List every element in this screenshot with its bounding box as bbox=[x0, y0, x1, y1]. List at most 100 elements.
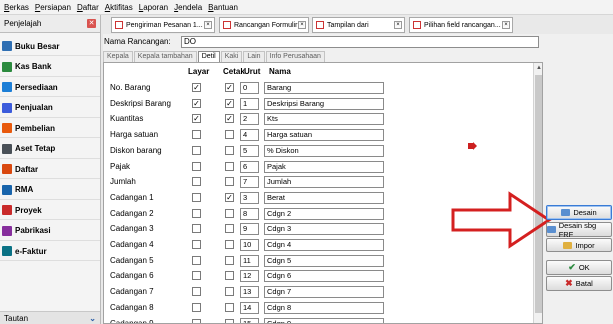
layar-checkbox[interactable]: ✓ bbox=[192, 114, 201, 124]
cetak-checkbox[interactable] bbox=[225, 177, 234, 187]
urut-input[interactable]: 6 bbox=[240, 160, 259, 173]
tab-info-perusahaan[interactable]: Info Perusahaan bbox=[265, 51, 325, 62]
layar-checkbox[interactable] bbox=[192, 192, 201, 202]
urut-input[interactable]: 3 bbox=[240, 191, 259, 204]
close-icon[interactable]: × bbox=[298, 21, 306, 29]
layar-checkbox[interactable] bbox=[192, 130, 201, 140]
urut-input[interactable]: 14 bbox=[240, 301, 259, 314]
design-name-input[interactable]: DO bbox=[181, 35, 539, 48]
cetak-checkbox[interactable] bbox=[225, 130, 234, 140]
tab-kaki[interactable]: Kaki bbox=[220, 51, 243, 62]
urut-input[interactable]: 9 bbox=[240, 223, 259, 236]
sidebar-item-persediaan[interactable]: Persediaan bbox=[0, 78, 100, 97]
nama-input[interactable]: Cdgn 3 bbox=[264, 223, 384, 236]
ok-button[interactable]: ✔ OK bbox=[546, 260, 612, 275]
impor-button[interactable]: Impor bbox=[546, 238, 612, 252]
urut-input[interactable]: 12 bbox=[240, 270, 259, 283]
doc-tab-tampilan[interactable]: Tampilan dari × bbox=[312, 17, 405, 33]
sidebar-item-penjualan[interactable]: Penjualan bbox=[0, 99, 100, 118]
menu-berkas[interactable]: Berkas bbox=[4, 3, 29, 12]
cetak-checkbox[interactable] bbox=[225, 161, 234, 171]
sidebar-item-pembelian[interactable]: Pembelian bbox=[0, 119, 100, 138]
layar-checkbox[interactable] bbox=[192, 302, 201, 312]
tab-lain[interactable]: Lain bbox=[243, 51, 265, 62]
urut-input[interactable]: 0 bbox=[240, 82, 259, 94]
tab-kepala-tambahan[interactable]: Kepala tambahan bbox=[133, 51, 197, 62]
layar-checkbox[interactable] bbox=[192, 224, 201, 234]
sidebar-item-buku-besar[interactable]: Buku Besar bbox=[0, 37, 100, 56]
close-icon[interactable]: × bbox=[502, 21, 510, 29]
layar-checkbox[interactable] bbox=[192, 287, 201, 297]
nama-input[interactable]: Cdgn 4 bbox=[264, 239, 384, 251]
batal-button[interactable]: ✖ Batal bbox=[546, 276, 612, 291]
cetak-checkbox[interactable] bbox=[225, 318, 234, 323]
cetak-checkbox[interactable] bbox=[225, 255, 234, 265]
menu-daftar[interactable]: Daftar bbox=[77, 3, 99, 12]
layar-checkbox[interactable] bbox=[192, 208, 201, 218]
nama-input[interactable]: Kts bbox=[264, 113, 384, 126]
urut-input[interactable]: 13 bbox=[240, 286, 259, 299]
sidebar-item-e-faktur[interactable]: e-Faktur bbox=[0, 242, 100, 261]
layar-checkbox[interactable] bbox=[192, 145, 201, 155]
sidebar-item-pabrikasi[interactable]: Pabrikasi bbox=[0, 222, 100, 241]
layar-checkbox[interactable]: ✓ bbox=[192, 83, 201, 92]
sidebar-item-rma[interactable]: RMA bbox=[0, 181, 100, 200]
nama-input[interactable]: Cdgn 7 bbox=[264, 286, 384, 299]
nama-input[interactable]: Cdgn 9 bbox=[264, 317, 384, 323]
cetak-checkbox[interactable] bbox=[225, 224, 234, 234]
layar-checkbox[interactable] bbox=[192, 318, 201, 323]
nama-input[interactable]: Barang bbox=[264, 82, 384, 94]
nama-input[interactable]: Cdgn 2 bbox=[264, 207, 384, 220]
layar-checkbox[interactable] bbox=[192, 177, 201, 187]
urut-input[interactable]: 2 bbox=[240, 113, 259, 126]
nama-input[interactable]: % Diskon bbox=[264, 144, 384, 157]
nama-input[interactable]: Cdgn 6 bbox=[264, 270, 384, 283]
nama-input[interactable]: Berat bbox=[264, 191, 384, 204]
tab-kepala[interactable]: Kepala bbox=[103, 51, 133, 62]
urut-input[interactable]: 1 bbox=[240, 97, 259, 110]
close-icon[interactable]: ✕ bbox=[87, 19, 96, 28]
close-icon[interactable]: × bbox=[394, 21, 402, 29]
cetak-checkbox[interactable]: ✓ bbox=[225, 83, 234, 92]
nama-input[interactable]: Pajak bbox=[264, 160, 384, 173]
cetak-checkbox[interactable] bbox=[225, 302, 234, 312]
nama-input[interactable]: Cdgn 8 bbox=[264, 301, 384, 314]
doc-tab-pengiriman[interactable]: Pengiriman Pesanan 1... × bbox=[111, 17, 215, 33]
menu-laporan[interactable]: Laporan bbox=[139, 3, 168, 12]
urut-input[interactable]: 4 bbox=[240, 129, 259, 142]
menu-aktifitas[interactable]: Aktifitas bbox=[105, 3, 133, 12]
chevron-down-icon[interactable]: ⌄ bbox=[89, 314, 96, 323]
layar-checkbox[interactable] bbox=[192, 271, 201, 281]
urut-input[interactable]: 15 bbox=[240, 317, 259, 323]
sidebar-footer[interactable]: Tautan ⌄ bbox=[0, 311, 100, 324]
cetak-checkbox[interactable]: ✓ bbox=[225, 192, 234, 202]
tab-detil[interactable]: Detil bbox=[197, 51, 220, 62]
sidebar-item-aset-tetap[interactable]: Aset Tetap bbox=[0, 140, 100, 159]
cetak-checkbox[interactable]: ✓ bbox=[225, 114, 234, 124]
urut-input[interactable]: 8 bbox=[240, 207, 259, 220]
nama-input[interactable]: Harga satuan bbox=[264, 129, 384, 142]
sidebar-item-daftar[interactable]: Daftar bbox=[0, 160, 100, 179]
menu-jendela[interactable]: Jendela bbox=[174, 3, 202, 12]
urut-input[interactable]: 5 bbox=[240, 144, 259, 157]
cetak-checkbox[interactable] bbox=[225, 145, 234, 155]
layar-checkbox[interactable]: ✓ bbox=[192, 98, 201, 108]
menu-persiapan[interactable]: Persiapan bbox=[35, 3, 71, 12]
layar-checkbox[interactable] bbox=[192, 161, 201, 171]
cetak-checkbox[interactable] bbox=[225, 271, 234, 281]
urut-input[interactable]: 7 bbox=[240, 176, 259, 189]
doc-tab-rancangan[interactable]: Rancangan Formulir × bbox=[219, 17, 309, 33]
cetak-checkbox[interactable]: ✓ bbox=[225, 98, 234, 108]
urut-input[interactable]: 11 bbox=[240, 254, 259, 267]
doc-tab-pilihan-field[interactable]: Pilihan field rancangan... × bbox=[409, 17, 513, 33]
nama-input[interactable]: Deskripsi Barang bbox=[264, 97, 384, 110]
cetak-checkbox[interactable] bbox=[225, 208, 234, 218]
sidebar-item-kas-bank[interactable]: Kas Bank bbox=[0, 58, 100, 77]
layar-checkbox[interactable] bbox=[192, 255, 201, 265]
cetak-checkbox[interactable] bbox=[225, 240, 234, 249]
nama-input[interactable]: Jumlah bbox=[264, 176, 384, 189]
desain-button[interactable]: Desain bbox=[546, 205, 612, 220]
urut-input[interactable]: 10 bbox=[240, 239, 259, 251]
close-icon[interactable]: × bbox=[204, 21, 212, 29]
menu-bantuan[interactable]: Bantuan bbox=[208, 3, 238, 12]
